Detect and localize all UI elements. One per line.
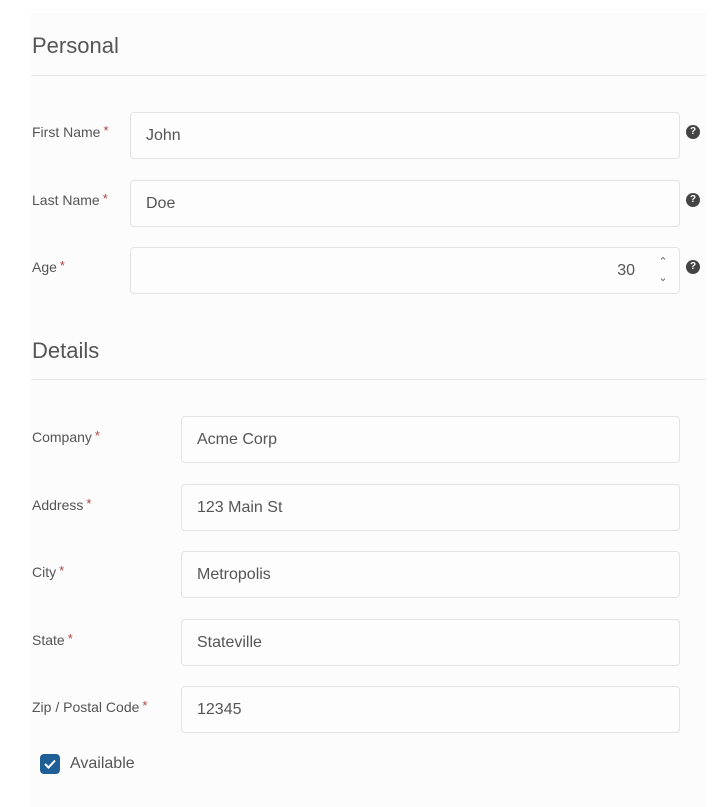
age-spinner[interactable]: ⌃ ⌄ [657,253,669,289]
section-divider [31,379,706,380]
first-name-label: First Name * [32,123,109,140]
state-input[interactable]: Stateville [181,619,680,666]
help-icon[interactable]: ? [686,125,700,139]
section-title-personal: Personal [32,33,119,58]
spin-up-icon[interactable]: ⌃ [657,255,669,268]
company-input[interactable]: Acme Corp [181,416,680,463]
available-checkbox[interactable] [40,754,60,774]
required-marker: * [59,563,65,578]
required-marker: * [102,191,108,206]
section-divider [31,75,706,76]
check-icon [44,759,56,769]
city-label: City * [32,563,65,580]
spin-down-icon[interactable]: ⌄ [657,271,669,284]
age-value: 30 [617,261,635,279]
company-label: Company * [32,428,100,445]
state-label: State * [32,631,73,648]
address-input[interactable]: 123 Main St [181,484,680,531]
zip-label: Zip / Postal Code * [32,698,148,715]
required-marker: * [86,496,92,511]
help-icon[interactable]: ? [686,193,700,207]
zip-input[interactable]: 12345 [181,686,680,733]
age-input[interactable]: 30 ⌃ ⌄ [130,247,680,294]
first-name-input[interactable]: John [130,112,680,159]
last-name-input[interactable]: Doe [130,180,680,227]
required-marker: * [142,698,148,713]
required-marker: * [94,428,100,443]
available-label[interactable]: Available [70,755,135,773]
section-title-details: Details [32,338,100,363]
last-name-label: Last Name * [32,191,108,208]
age-label: Age * [32,258,65,275]
city-input[interactable]: Metropolis [181,551,680,598]
required-marker: * [103,123,109,138]
required-marker: * [67,631,73,646]
help-icon[interactable]: ? [686,260,700,274]
required-marker: * [59,258,65,273]
address-label: Address * [32,496,92,513]
